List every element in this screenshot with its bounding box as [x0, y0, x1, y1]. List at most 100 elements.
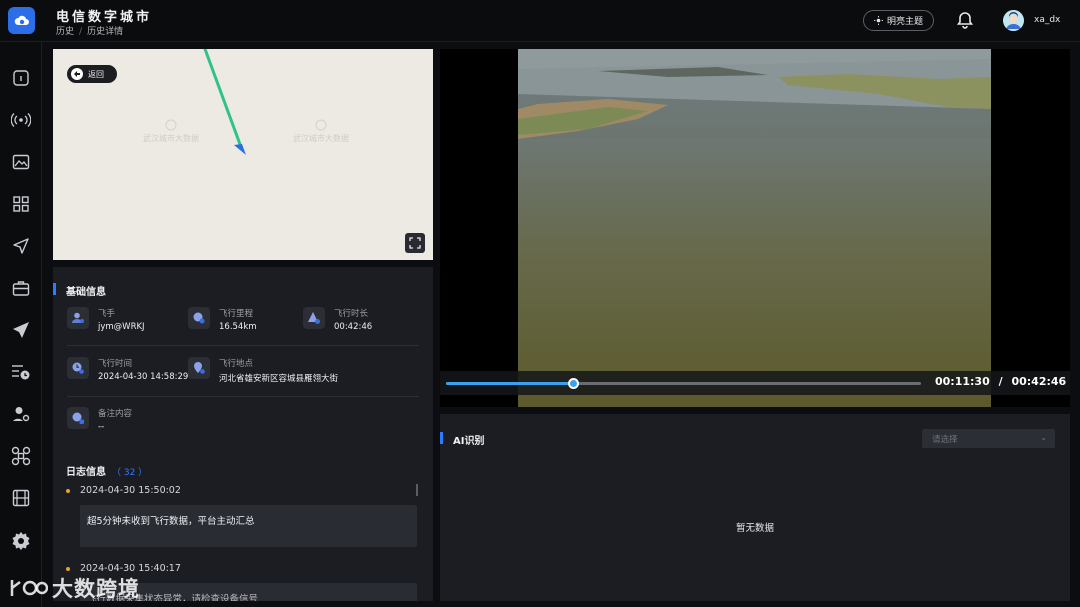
distance-value: 16.54km — [219, 322, 257, 332]
sidebar-item-settings[interactable] — [10, 530, 32, 552]
duration-icon — [303, 307, 325, 329]
brand-watermark: 大数跨境 — [8, 573, 140, 603]
gear-icon — [12, 532, 30, 550]
time-separator: / — [998, 375, 1003, 388]
empty-state: 暂无数据 — [735, 523, 774, 534]
select-placeholder: 请选择 — [932, 435, 958, 445]
map-watermark: 武汉城市大数据 — [291, 119, 351, 144]
sidebar-item-home[interactable] — [10, 67, 32, 89]
log-timeline-dot — [66, 489, 70, 493]
duration-label: 飞行时长 — [334, 309, 369, 319]
location-value: 河北省雄安新区容城县雁翎大街 — [219, 374, 339, 384]
map-watermark: 武汉城市大数据 — [141, 119, 201, 144]
grid-icon — [13, 196, 29, 212]
video-controls: 00:11:30 / 00:42:46 1 — [440, 371, 1070, 395]
breadcrumb-current: 历史详情 — [87, 27, 124, 37]
theme-button-label: 明亮主题 — [886, 17, 923, 27]
pilot-icon — [67, 307, 89, 329]
log-entry-message: 超5分钟未收到飞行数据，平台主动汇总 — [80, 505, 417, 547]
top-bar: 电信数字城市 历史 / 历史详情 明亮主题 xa_dx — [0, 0, 1080, 42]
ai-title: AI识别 — [453, 436, 485, 447]
progress-fill — [446, 382, 574, 385]
ai-filter-select[interactable]: 请选择 ⌄ — [922, 429, 1055, 448]
current-time: 00:11:30 — [935, 375, 990, 388]
flight-time-label: 飞行时间 — [98, 359, 133, 369]
fullscreen-button[interactable] — [405, 233, 425, 253]
pilot-label: 飞手 — [98, 309, 116, 319]
home-icon — [13, 70, 29, 86]
username[interactable]: xa_dx — [1034, 15, 1060, 25]
video-frame — [518, 49, 991, 407]
brand-logo-icon — [10, 580, 48, 596]
log-info-title: 日志信息（ 32 ） — [66, 467, 148, 478]
progress-thumb[interactable] — [568, 378, 580, 389]
aerial-footage — [518, 49, 991, 407]
duration-value: 00:42:46 — [334, 322, 373, 332]
time-display: 00:11:30 / 00:42:46 1 — [935, 375, 1080, 388]
location-label: 飞行地点 — [219, 359, 254, 369]
image-icon — [12, 154, 30, 170]
broadcast-icon — [11, 113, 31, 127]
sidebar-item-schedule[interactable] — [10, 361, 32, 383]
divider — [67, 396, 419, 397]
back-button[interactable]: 返回 — [67, 65, 117, 83]
clock-icon — [67, 357, 89, 379]
app-logo[interactable] — [8, 7, 35, 34]
log-timeline-dot — [66, 567, 70, 571]
distance-label: 飞行里程 — [219, 309, 254, 319]
film-icon — [12, 489, 30, 507]
sidebar-item-grid[interactable] — [10, 193, 32, 215]
total-time: 00:42:46 — [1011, 375, 1067, 388]
ai-recognition-panel: AI识别 请选择 ⌄ 暂无数据 — [440, 414, 1070, 601]
note-icon — [67, 407, 89, 429]
log-count: （ 32 ） — [112, 468, 148, 478]
section-accent-bar — [440, 432, 443, 444]
divider — [67, 345, 419, 346]
sun-icon — [873, 16, 883, 25]
schedule-icon — [12, 365, 30, 380]
sidebar-item-image[interactable] — [10, 151, 32, 173]
back-arrow-icon — [71, 68, 83, 80]
app-title: 电信数字城市 — [56, 10, 153, 25]
sidebar-item-send[interactable] — [10, 319, 32, 341]
send-icon — [13, 322, 29, 338]
drone-icon — [11, 446, 31, 466]
chevron-down-icon: ⌄ — [1040, 433, 1047, 442]
flight-map[interactable]: 武汉城市大数据 武汉城市大数据 返回 — [53, 49, 433, 260]
breadcrumb: 历史 / 历史详情 — [56, 24, 123, 37]
progress-track[interactable] — [446, 378, 921, 389]
back-button-label: 返回 — [88, 69, 104, 79]
watermark-logo-icon — [315, 119, 327, 131]
basic-info-title: 基础信息 — [66, 287, 106, 298]
remark-label: 备注内容 — [98, 409, 133, 419]
sidebar-item-user-settings[interactable] — [10, 403, 32, 425]
watermark-logo-icon — [165, 119, 177, 131]
pilot-value: jym@WRKJ — [98, 322, 145, 332]
distance-icon — [188, 307, 210, 329]
user-settings-icon — [13, 407, 30, 422]
user-avatar-icon — [1003, 10, 1024, 31]
bell-icon[interactable] — [956, 11, 974, 29]
briefcase-icon — [12, 281, 30, 296]
sidebar — [0, 42, 42, 607]
flight-time-value: 2024-04-30 14:58:29 — [98, 372, 189, 382]
scrollbar[interactable] — [416, 484, 418, 496]
navigation-icon — [13, 238, 29, 254]
sidebar-item-drone[interactable] — [10, 445, 32, 467]
breadcrumb-root[interactable]: 历史 — [56, 27, 74, 37]
expand-icon — [409, 237, 421, 249]
flight-info-panel: 基础信息 飞手 jym@WRKJ 飞行里程 16.54km 飞行时长 00:42… — [53, 267, 433, 601]
theme-toggle-button[interactable]: 明亮主题 — [863, 10, 934, 31]
sidebar-item-briefcase[interactable] — [10, 277, 32, 299]
log-entry-time: 2024-04-30 15:50:02 — [80, 485, 181, 496]
cloud-logo-icon — [14, 15, 29, 25]
video-player[interactable] — [440, 49, 1070, 407]
sidebar-item-navigation[interactable] — [10, 235, 32, 257]
avatar[interactable] — [1003, 10, 1024, 31]
sidebar-item-broadcast[interactable] — [10, 109, 32, 131]
drone-position-icon — [234, 144, 246, 155]
sidebar-item-film[interactable] — [10, 487, 32, 509]
remark-value: -- — [98, 422, 105, 432]
location-icon — [188, 357, 210, 379]
section-accent-bar — [53, 283, 56, 295]
